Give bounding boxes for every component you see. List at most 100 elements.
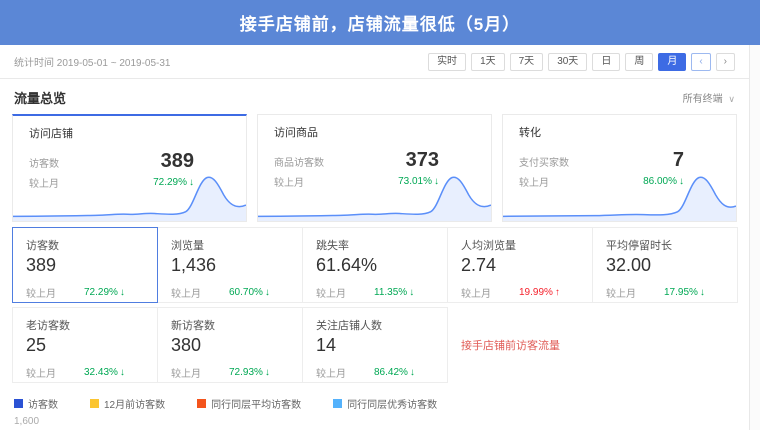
tile-change-value: 19.99%↑ [519, 287, 560, 298]
tile-change-value: 72.29%↓ [84, 287, 125, 298]
date-range-display: 统计时间 2019-05-01 ~ 2019-05-31 [14, 54, 170, 69]
card-title: 访问店铺 [29, 125, 230, 141]
legend-label: 同行同层平均访客数 [211, 396, 301, 411]
legend-item-peer-average[interactable]: 同行同层平均访客数 [197, 396, 301, 411]
tile-change-value: 86.42%↓ [374, 367, 415, 378]
tile-change-value: 32.43%↓ [84, 367, 125, 378]
tile-value: 1,436 [171, 255, 289, 276]
period-button-realtime[interactable]: 实时 [428, 53, 466, 71]
card-compare-label: 较上月 [29, 175, 59, 190]
tile-returning-visitors[interactable]: 老访客数 25 较上月 32.43%↓ [12, 307, 158, 383]
date-range-value: 2019-05-01 ~ 2019-05-31 [57, 58, 171, 69]
legend-item-visitors-12mo[interactable]: 12月前访客数 [90, 396, 165, 411]
legend-label: 访客数 [28, 396, 58, 411]
trend-down-arrow-icon: ↓ [120, 287, 125, 298]
chevron-left-icon: ‹ [699, 56, 702, 67]
tile-compare-label: 较上月 [316, 285, 346, 300]
dashboard-page: 统计时间 2019-05-01 ~ 2019-05-31 实时 1天 7天 30… [0, 45, 750, 430]
bottom-chart-legend: 访客数 12月前访客数 同行同层平均访客数 同行同层优秀访客数 [14, 396, 735, 411]
legend-swatch-lightblue [333, 399, 342, 408]
device-filter-label: 所有终端 [683, 94, 723, 105]
tile-compare-label: 较上月 [26, 365, 56, 380]
tile-value: 25 [26, 335, 144, 356]
period-button-month[interactable]: 月 [658, 53, 686, 71]
annotation-cell: 接手店铺前访客流量 [447, 307, 737, 383]
card-title: 访问商品 [274, 124, 475, 140]
card-change-value: 72.29%↓ [153, 177, 194, 188]
tile-shop-followers[interactable]: 关注店铺人数 14 较上月 86.42%↓ [302, 307, 448, 383]
card-visit-product[interactable]: 访问商品 商品访客数 373 较上月 73.01%↓ [257, 114, 492, 222]
legend-swatch-yellow [90, 399, 99, 408]
card-metric-value: 389 [161, 150, 194, 173]
header-banner: 接手店铺前，店铺流量很低（5月） [0, 0, 760, 45]
tile-label: 老访客数 [26, 317, 144, 333]
next-period-button[interactable]: › [716, 53, 735, 71]
tile-label: 新访客数 [171, 317, 289, 333]
card-metric-label: 支付买家数 [519, 154, 569, 169]
metric-tiles-grid: 访客数 389 较上月 72.29%↓ 浏览量 1,436 较上月 60.70%… [12, 227, 737, 383]
tile-new-visitors[interactable]: 新访客数 380 较上月 72.93%↓ [157, 307, 303, 383]
tile-compare-label: 较上月 [316, 365, 346, 380]
date-range-label: 统计时间 [14, 58, 54, 69]
tile-avg-stay-time[interactable]: 平均停留时长 32.00 较上月 17.95%↓ [592, 227, 738, 303]
legend-swatch-orange [197, 399, 206, 408]
legend-swatch-blue [14, 399, 23, 408]
tile-change-value: 60.70%↓ [229, 287, 270, 298]
trend-down-arrow-icon: ↓ [700, 287, 705, 298]
tile-label: 跳失率 [316, 237, 434, 253]
trend-down-arrow-icon: ↓ [265, 287, 270, 298]
card-visit-shop[interactable]: 访问店铺 访客数 389 较上月 72.29%↓ [12, 114, 247, 222]
period-button-group: 实时 1天 7天 30天 日 周 月 ‹ › [428, 53, 735, 71]
period-button-1day[interactable]: 1天 [471, 53, 505, 71]
legend-label: 12月前访客数 [104, 396, 165, 411]
tile-bounce-rate[interactable]: 跳失率 61.64% 较上月 11.35%↓ [302, 227, 448, 303]
period-button-7day[interactable]: 7天 [510, 53, 544, 71]
tile-value: 2.74 [461, 255, 579, 276]
trend-down-arrow-icon: ↓ [120, 367, 125, 378]
card-change-value: 73.01%↓ [398, 176, 439, 187]
card-metric-label: 访客数 [29, 155, 59, 170]
legend-label: 同行同层优秀访客数 [347, 396, 437, 411]
tile-value: 32.00 [606, 255, 724, 276]
trend-down-arrow-icon: ↓ [265, 367, 270, 378]
legend-item-peer-excellent[interactable]: 同行同层优秀访客数 [333, 396, 437, 411]
tile-value: 14 [316, 335, 434, 356]
tile-compare-label: 较上月 [171, 285, 201, 300]
tile-compare-label: 较上月 [606, 285, 636, 300]
tile-views-per-visitor[interactable]: 人均浏览量 2.74 较上月 19.99%↑ [447, 227, 593, 303]
tile-label: 访客数 [26, 237, 144, 253]
period-button-week[interactable]: 周 [625, 53, 653, 71]
tile-compare-label: 较上月 [26, 285, 56, 300]
tile-value: 389 [26, 255, 144, 276]
card-title: 转化 [519, 124, 720, 140]
card-metric-value: 7 [673, 149, 684, 172]
device-filter-dropdown[interactable]: 所有终端 ∨ [683, 90, 735, 105]
tile-label: 浏览量 [171, 237, 289, 253]
card-compare-label: 较上月 [519, 174, 549, 189]
red-annotation-text: 接手店铺前访客流量 [461, 337, 560, 353]
card-conversion[interactable]: 转化 支付买家数 7 较上月 86.00%↓ [502, 114, 737, 222]
tile-label: 人均浏览量 [461, 237, 579, 253]
toolbar: 统计时间 2019-05-01 ~ 2019-05-31 实时 1天 7天 30… [0, 45, 749, 79]
tile-change-value: 11.35%↓ [374, 287, 414, 298]
tile-value: 380 [171, 335, 289, 356]
period-button-30day[interactable]: 30天 [548, 53, 587, 71]
tile-compare-label: 较上月 [461, 285, 491, 300]
card-change-value: 86.00%↓ [643, 176, 684, 187]
trend-down-arrow-icon: ↓ [434, 176, 439, 187]
tile-label: 平均停留时长 [606, 237, 724, 253]
period-button-day[interactable]: 日 [592, 53, 620, 71]
legend-item-visitors[interactable]: 访客数 [14, 396, 58, 411]
chevron-right-icon: › [724, 56, 727, 67]
tile-label: 关注店铺人数 [316, 317, 434, 333]
tile-change-value: 17.95%↓ [664, 287, 705, 298]
tile-pageviews[interactable]: 浏览量 1,436 较上月 60.70%↓ [157, 227, 303, 303]
overview-cards: 访问店铺 访客数 389 较上月 72.29%↓ 访问商品 商品访客数 [12, 114, 737, 222]
prev-period-button[interactable]: ‹ [691, 53, 710, 71]
tile-value: 61.64% [316, 255, 434, 276]
tile-visitors[interactable]: 访客数 389 较上月 72.29%↓ [12, 227, 158, 303]
trend-up-arrow-icon: ↑ [555, 287, 560, 298]
trend-down-arrow-icon: ↓ [409, 287, 414, 298]
trend-down-arrow-icon: ↓ [410, 367, 415, 378]
trend-down-arrow-icon: ↓ [189, 177, 194, 188]
